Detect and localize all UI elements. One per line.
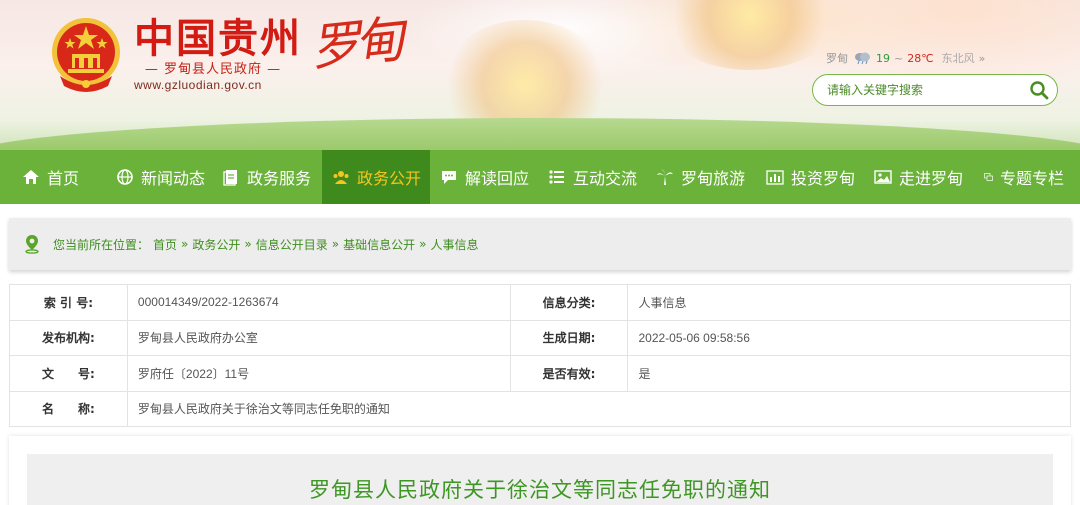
site-header: 中国贵州 — 罗甸县人民政府 — www.gzluodian.gov.cn 罗甸… [0,0,1080,150]
org-value: 罗甸县人民政府办公室 [126,319,511,356]
nav-item-label: 政务服务 [247,169,312,188]
org-label: 发布机构: [9,319,128,356]
weather-more-icon[interactable]: » [979,52,986,65]
nav-item-label: 解读回应 [465,169,530,188]
nav-item-interaction[interactable]: 互动交流 [538,150,646,204]
breadcrumb-home[interactable]: 首页 [153,236,177,253]
globe-icon [117,169,133,185]
breadcrumb-separator: » [331,237,340,251]
chat-icon [442,171,456,184]
name-label: 名 称: [9,390,128,427]
breadcrumb-separator: » [181,237,189,251]
article-container: 罗甸县人民政府关于徐治文等同志任免职的通知 [9,436,1071,505]
weather-widget[interactable]: 罗甸 19 ~ 28℃ 东北风 » [826,50,985,66]
search-bar [812,74,1058,106]
home-icon [23,170,39,184]
nav-item-services[interactable]: 政务服务 [216,150,322,204]
nav-item-label: 互动交流 [573,169,638,188]
bar-chart-icon [766,170,784,185]
nav-item-news[interactable]: 新闻动态 [110,150,216,204]
table-row: 发布机构: 罗甸县人民政府办公室 生成日期: 2022-05-06 09:58:… [9,319,1071,356]
search-icon[interactable] [1029,80,1049,100]
window-icon [984,173,993,181]
nav-item-label: 专题专栏 [999,169,1064,188]
search-input[interactable] [827,83,1029,97]
temperature-low: 19 [876,51,890,65]
name-value: 罗甸县人民政府关于徐治文等同志任免职的通知 [126,390,1072,427]
breadcrumb: 您当前所在位置： 首页 » 政务公开 » 信息公开目录 » 基础信息公开 » 人… [9,218,1071,270]
nav-item-invest[interactable]: 投资罗甸 [754,150,864,204]
nav-item-interpretation[interactable]: 解读回应 [430,150,538,204]
breadcrumb-prefix: 您当前所在位置： [53,237,150,252]
doc-number-label: 文 号: [9,355,128,392]
breadcrumb-separator: » [419,237,427,251]
category-label: 信息分类: [509,284,629,321]
breadcrumb-basic-info[interactable]: 基础信息公开 [343,236,415,253]
nav-item-label: 首页 [47,169,80,188]
nav-item-label: 政务公开 [357,169,422,188]
breadcrumb-catalog[interactable]: 信息公开目录 [256,236,328,253]
category-value: 人事信息 [627,284,1071,321]
calligraphy-logo: 罗甸 [307,10,402,78]
date-label: 生成日期: [509,319,629,356]
nav-item-label: 新闻动态 [141,169,206,188]
main-nav: 首页 新闻动态 政务服务 政务公开 解读回应 互动交流 罗甸旅游 投资罗甸 走进… [0,150,1080,204]
nav-item-special[interactable]: 专题专栏 [974,150,1070,204]
table-row: 名 称: 罗甸县人民政府关于徐治文等同志任免职的通知 [9,390,1072,427]
palm-icon [657,169,673,185]
wind-direction: 东北风 [941,52,975,65]
cloud-rain-icon [855,52,870,65]
breadcrumb-separator: » [244,237,252,251]
table-row: 索 引 号: 000014349/2022-1263674 信息分类: 人事信息 [9,284,1071,321]
index-value: 000014349/2022-1263674 [126,284,511,321]
valid-label: 是否有效: [509,355,629,392]
document-meta-table: 索 引 号: 000014349/2022-1263674 信息分类: 人事信息… [9,284,1072,427]
image-icon [874,170,892,184]
nav-item-label: 走进罗甸 [899,169,964,188]
weather-city: 罗甸 [826,52,848,65]
people-icon [333,171,349,184]
index-label: 索 引 号: [9,284,128,321]
header-decoration [660,0,840,70]
location-pin-icon [25,235,39,254]
doc-number-value: 罗府任〔2022〕11号 [126,355,511,392]
breadcrumb-personnel[interactable]: 人事信息 [430,236,478,253]
nav-item-label: 罗甸旅游 [681,169,746,188]
temperature-separator: ~ [894,51,904,65]
nav-item-gov-open[interactable]: 政务公开 [322,150,430,204]
date-value: 2022-05-06 09:58:56 [627,319,1071,356]
document-icon [223,170,237,186]
article-title: 罗甸县人民政府关于徐治文等同志任免职的通知 [309,478,771,502]
nav-item-tourism[interactable]: 罗甸旅游 [646,150,754,204]
site-subtitle: — 罗甸县人民政府 — [144,62,282,77]
breadcrumb-gov-open[interactable]: 政务公开 [192,236,240,253]
site-url: www.gzluodian.gov.cn [134,78,262,92]
article-header: 罗甸县人民政府关于徐治文等同志任免职的通知 [27,454,1053,505]
table-row: 文 号: 罗府任〔2022〕11号 是否有效: 是 [9,355,1071,392]
valid-value: 是 [627,355,1071,392]
nav-item-about[interactable]: 走进罗甸 [864,150,974,204]
temperature-high: 28℃ [907,51,934,65]
list-icon [549,170,564,184]
site-title: 中国贵州 [134,15,302,62]
national-emblem-icon [52,18,120,92]
header-decoration [0,118,1080,150]
nav-item-home[interactable]: 首页 [0,150,110,204]
nav-item-label: 投资罗甸 [791,169,856,188]
